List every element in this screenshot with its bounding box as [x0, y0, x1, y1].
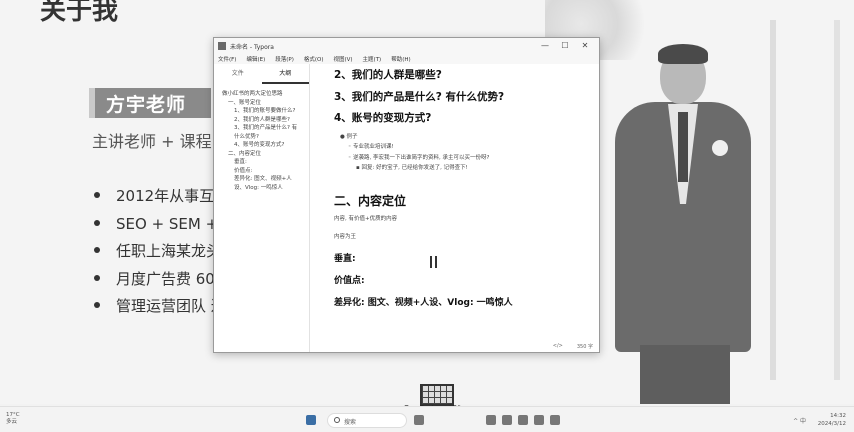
- text-cursor-icon: [430, 256, 437, 268]
- menu-theme[interactable]: 主题(T): [363, 55, 382, 63]
- outline-sidebar: 文件 大纲 做小红书的两大定位思路 一、账号定位 1、我们的账号要做什么? 2、…: [214, 64, 310, 352]
- note-line: ◦ 专业就业培训课!: [348, 144, 394, 150]
- taskbar-search[interactable]: 搜索: [327, 413, 407, 428]
- label-differentiation: 差异化: 图文、视频+人设、Vlog: 一鸣惊人: [334, 297, 513, 308]
- maximize-button[interactable]: ☐: [555, 38, 575, 54]
- label-value: 价值点:: [334, 275, 365, 286]
- app-icon[interactable]: [534, 415, 544, 425]
- word-count: 350 字: [576, 344, 593, 350]
- outline-item[interactable]: 2、我们的人群是哪些?: [222, 116, 309, 125]
- outline-item[interactable]: 价值点:: [222, 167, 309, 176]
- taskbar: 17°C 多云 搜索 ^ 中 14:32 2024/3/12: [0, 406, 854, 432]
- menu-bar: 文件(F) 编辑(E) 段落(P) 格式(O) 视图(V) 主题(T) 帮助(H…: [214, 54, 599, 64]
- outline-item[interactable]: 设、Vlog: 一鸣惊人: [222, 184, 309, 193]
- source-mode-toggle[interactable]: </>: [553, 343, 563, 350]
- start-icon[interactable]: [306, 415, 316, 425]
- typora-app-icon: [218, 42, 226, 50]
- close-button[interactable]: ✕: [575, 38, 595, 54]
- person-hair: [658, 44, 708, 64]
- heading-content-positioning: 二、内容定位: [334, 193, 407, 208]
- search-label: 搜索: [344, 419, 357, 426]
- boutonniere: [712, 140, 728, 156]
- heading-monetization: 4、账号的变现方式?: [334, 112, 432, 124]
- tab-files[interactable]: 文件: [214, 64, 262, 84]
- label-vertical: 垂直:: [334, 253, 356, 264]
- app-icon[interactable]: [518, 415, 528, 425]
- outline-item[interactable]: 二、内容定位: [222, 150, 309, 159]
- person-legs: [640, 345, 730, 404]
- heading-product: 3、我们的产品是什么? 有什么优势?: [334, 90, 505, 103]
- window-title: 未命名 - Typora: [230, 43, 274, 51]
- menu-paragraph[interactable]: 段落(P): [275, 55, 294, 63]
- weather-temp: 17°C: [6, 412, 20, 418]
- note-line: ▪ 回复: 好的宝子, 已经给你发送了, 记得查下!: [356, 165, 468, 171]
- menu-help[interactable]: 帮助(H): [391, 55, 410, 63]
- heading-audience: 2、我们的人群是哪些?: [334, 69, 442, 81]
- menu-view[interactable]: 视图(V): [333, 55, 352, 63]
- clock[interactable]: 14:32 2024/3/12: [818, 412, 846, 428]
- title-bar[interactable]: 未命名 - Typora — ☐ ✕: [214, 38, 599, 54]
- menu-file[interactable]: 文件(F): [218, 55, 236, 63]
- clock-date: 2024/3/12: [817, 421, 846, 427]
- tab-outline[interactable]: 大纲: [261, 64, 309, 84]
- note-example: ● 例子: [340, 133, 358, 140]
- outline-item[interactable]: 3、我们的产品是什么? 有: [222, 124, 309, 133]
- minimize-button[interactable]: —: [535, 38, 555, 54]
- arch-decoration: [770, 20, 840, 380]
- sidebar-tabs: 文件 大纲: [214, 64, 309, 84]
- person-tie: [678, 112, 688, 182]
- file-explorer-icon[interactable]: [502, 415, 512, 425]
- note-line: ◦ 逆袭路, 李宏我一下出谁简字的资料, 承主可以买一份呀?: [348, 154, 490, 161]
- content-line: 内容为王: [334, 234, 357, 240]
- weather-desc: 多云: [6, 419, 18, 425]
- typora-window[interactable]: 未命名 - Typora — ☐ ✕ 文件(F) 编辑(E) 段落(P) 格式(…: [213, 37, 600, 353]
- status-bar: </> 350 字: [553, 343, 593, 350]
- menu-edit[interactable]: 编辑(E): [246, 55, 265, 63]
- teacher-name: 方宇老师: [106, 94, 187, 116]
- slide-subtitle: 主讲老师 + 课程: [92, 132, 212, 151]
- window-controls: — ☐ ✕: [535, 38, 595, 54]
- typora-taskbar-icon[interactable]: [550, 415, 560, 425]
- system-tray[interactable]: ^ 中: [793, 416, 806, 425]
- outline-item[interactable]: 4、账号的变现方式?: [222, 141, 309, 150]
- outline-item[interactable]: 做小红书的两大定位思路: [222, 90, 309, 99]
- task-view-icon[interactable]: [414, 415, 424, 425]
- outline-item[interactable]: 差异化: 图文、视频+人: [222, 175, 309, 184]
- search-icon: [334, 417, 340, 423]
- outline-item[interactable]: 垂直:: [222, 158, 309, 167]
- clock-time: 14:32: [830, 413, 846, 419]
- editor-area[interactable]: 2、我们的人群是哪些? 3、我们的产品是什么? 有什么优势? 4、账号的变现方式…: [312, 64, 599, 352]
- outline-list: 做小红书的两大定位思路 一、账号定位 1、我们的账号要做什么? 2、我们的人群是…: [214, 84, 309, 192]
- outline-item[interactable]: 什么优势?: [222, 133, 309, 142]
- outline-item[interactable]: 1、我们的账号要做什么?: [222, 107, 309, 116]
- outline-item[interactable]: 一、账号定位: [222, 99, 309, 108]
- content-line: 内容, 有价值+优质的内容: [334, 215, 398, 222]
- browser-icon[interactable]: [486, 415, 496, 425]
- menu-format[interactable]: 格式(O): [304, 55, 324, 63]
- weather-widget[interactable]: 17°C 多云: [6, 412, 20, 426]
- slide-title: 关于我: [40, 0, 119, 26]
